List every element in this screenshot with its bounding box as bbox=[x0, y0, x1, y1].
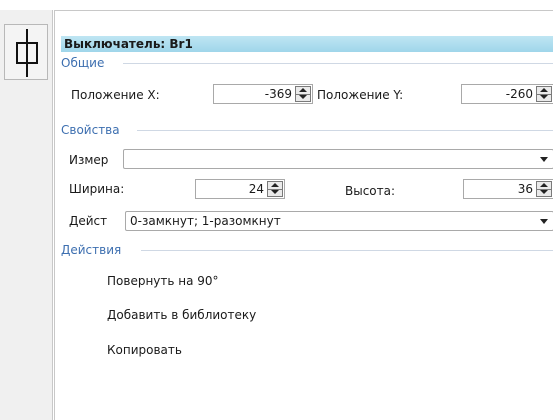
group-general-heading: Общие bbox=[61, 55, 553, 71]
pos-x-stepper[interactable] bbox=[295, 86, 311, 102]
group-general-label: Общие bbox=[61, 56, 105, 70]
switch-symbol-icon bbox=[16, 29, 38, 77]
pos-y-stepper[interactable] bbox=[536, 86, 552, 102]
decrement-arrow-icon[interactable] bbox=[537, 94, 551, 101]
height-label: Высота: bbox=[345, 184, 396, 198]
group-divider bbox=[141, 250, 553, 251]
pos-x-spinner[interactable]: -369 bbox=[213, 84, 313, 104]
width-value[interactable]: 24 bbox=[249, 181, 264, 197]
pos-x-label: Положение X: bbox=[71, 88, 160, 102]
width-spinner[interactable]: 24 bbox=[195, 179, 285, 199]
width-label: Ширина: bbox=[69, 182, 125, 196]
pos-y-spinner[interactable]: -260 bbox=[461, 84, 553, 104]
action-select[interactable]: 0-замкнут; 1-разомкнут bbox=[125, 211, 553, 231]
action-rotate-90[interactable]: Повернуть на 90° bbox=[107, 273, 219, 289]
pos-y-value[interactable]: -260 bbox=[506, 86, 533, 102]
dropdown-arrow-icon[interactable] bbox=[540, 157, 548, 162]
switch-tool-button[interactable] bbox=[4, 24, 48, 80]
group-divider bbox=[123, 63, 553, 64]
action-copy[interactable]: Копировать bbox=[107, 342, 182, 358]
group-actions-label: Действия bbox=[61, 243, 122, 257]
measure-select[interactable] bbox=[123, 149, 553, 169]
pos-x-value[interactable]: -369 bbox=[265, 86, 292, 102]
width-stepper[interactable] bbox=[267, 181, 283, 197]
action-add-to-library[interactable]: Добавить в библиотеку bbox=[107, 307, 256, 323]
group-properties-label: Свойства bbox=[61, 123, 120, 137]
pos-y-label: Положение Y: bbox=[317, 88, 404, 102]
measure-label: Измер bbox=[69, 153, 109, 167]
dropdown-arrow-icon[interactable] bbox=[540, 219, 548, 224]
tool-strip bbox=[0, 10, 53, 420]
group-divider bbox=[137, 130, 553, 131]
height-stepper[interactable] bbox=[536, 181, 552, 197]
action-label: Дейст bbox=[69, 214, 108, 228]
action-value: 0-замкнут; 1-разомкнут bbox=[130, 214, 281, 228]
panel-title: Выключатель: Br1 bbox=[61, 36, 553, 52]
height-value[interactable]: 36 bbox=[518, 181, 533, 197]
decrement-arrow-icon[interactable] bbox=[537, 189, 551, 196]
decrement-arrow-icon[interactable] bbox=[268, 189, 282, 196]
group-actions-heading: Действия bbox=[61, 242, 553, 258]
properties-panel: Выключатель: Br1 Общие Положение X: -369… bbox=[54, 10, 553, 420]
height-spinner[interactable]: 36 bbox=[463, 179, 553, 199]
decrement-arrow-icon[interactable] bbox=[296, 94, 310, 101]
group-properties-heading: Свойства bbox=[61, 122, 553, 138]
